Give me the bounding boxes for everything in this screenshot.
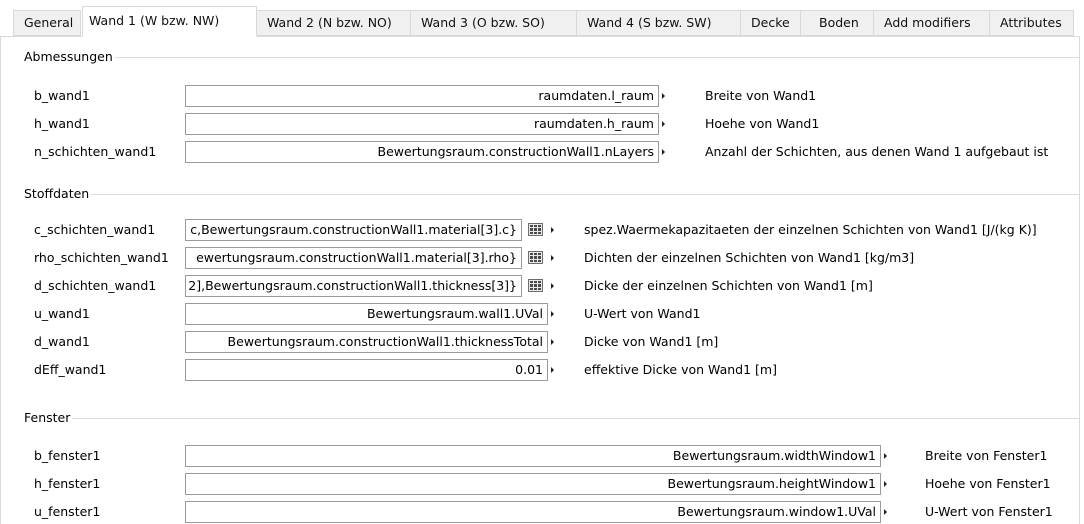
param-label-h-fenster1: h_fenster1 [34, 476, 101, 491]
triangle-right-icon[interactable] [548, 219, 556, 241]
param-field-b-fenster1[interactable]: Bewertungsraum.widthWindow1 [185, 445, 881, 467]
triangle-right-icon[interactable] [548, 331, 556, 353]
group-title-fenster: Fenster [24, 410, 73, 425]
param-label-deff-wand1: dEff_wand1 [34, 362, 107, 377]
triangle-right-icon[interactable] [881, 445, 889, 467]
param-field-d-wand1[interactable]: Bewertungsraum.constructionWall1.thickne… [185, 331, 548, 353]
param-label-h-wand1: h_wand1 [34, 116, 90, 131]
param-field-b-wand1[interactable]: raumdaten.l_raum [185, 85, 659, 107]
param-field-u-wand1[interactable]: Bewertungsraum.wall1.UVal [185, 303, 548, 325]
param-desc-deff-wand1: effektive Dicke von Wand1 [m] [584, 362, 777, 377]
param-desc-u-fenster1: U-Wert von Fenster1 [925, 504, 1053, 519]
triangle-right-icon[interactable] [659, 113, 667, 135]
param-desc-b-fenster1: Breite von Fenster1 [925, 448, 1048, 463]
param-label-b-wand1: b_wand1 [34, 88, 90, 103]
triangle-right-icon[interactable] [548, 275, 556, 297]
tab-decke[interactable]: Decke [740, 10, 801, 36]
tab-attributes[interactable]: Attributes [989, 10, 1074, 36]
param-field-c-schichten-wand1[interactable]: c,Bewertungsraum.constructionWall1.mater… [185, 219, 522, 241]
param-desc-h-wand1: Hoehe von Wand1 [705, 116, 820, 131]
group-border-abmessungen [24, 57, 1080, 58]
triangle-right-icon[interactable] [881, 501, 889, 523]
param-label-d-wand1: d_wand1 [34, 334, 90, 349]
param-label-d-schichten-wand1: d_schichten_wand1 [34, 278, 157, 293]
param-desc-d-wand1: Dicke von Wand1 [m] [584, 334, 719, 349]
triangle-right-icon[interactable] [659, 85, 667, 107]
param-label-u-wand1: u_wand1 [34, 306, 90, 321]
tab-bar: General Wand 2 (N bzw. NO) Wand 3 (O bzw… [0, 0, 1084, 40]
param-desc-h-fenster1: Hoehe von Fenster1 [925, 476, 1051, 491]
tab-add-modifiers[interactable]: Add modifiers [873, 10, 990, 36]
tab-wand-1[interactable]: Wand 1 (W bzw. NW) [82, 6, 257, 37]
triangle-right-icon[interactable] [659, 141, 667, 163]
param-field-h-fenster1[interactable]: Bewertungsraum.heightWindow1 [185, 473, 881, 495]
param-label-b-fenster1: b_fenster1 [34, 448, 101, 463]
param-field-d-schichten-wand1[interactable]: 2],Bewertungsraum.constructionWall1.thic… [185, 275, 522, 297]
param-field-rho-schichten-wand1[interactable]: ewertungsraum.constructionWall1.material… [185, 247, 522, 269]
param-label-c-schichten-wand1: c_schichten_wand1 [34, 222, 156, 237]
group-title-abmessungen: Abmessungen [24, 49, 115, 64]
param-desc-d-schichten-wand1: Dicke der einzelnen Schichten von Wand1 … [584, 278, 873, 293]
tab-boden[interactable]: Boden [800, 10, 874, 36]
param-field-n-schichten-wand1[interactable]: Bewertungsraum.constructionWall1.nLayers [185, 141, 659, 163]
param-field-u-fenster1[interactable]: Bewertungsraum.window1.UVal [185, 501, 881, 523]
param-label-rho-schichten-wand1: rho_schichten_wand1 [34, 250, 169, 265]
triangle-right-icon[interactable] [548, 359, 556, 381]
tab-wand-2[interactable]: Wand 2 (N bzw. NO) [256, 10, 411, 36]
matrix-editor-icon[interactable] [528, 279, 543, 292]
param-desc-n-schichten-wand1: Anzahl der Schichten, aus denen Wand 1 a… [705, 144, 1049, 159]
param-field-deff-wand1[interactable]: 0.01 [185, 359, 548, 381]
matrix-editor-icon[interactable] [528, 223, 543, 236]
param-label-n-schichten-wand1: n_schichten_wand1 [34, 144, 157, 159]
param-desc-c-schichten-wand1: spez.Waermekapazitaeten der einzelnen Sc… [584, 222, 1037, 237]
tab-wand-4[interactable]: Wand 4 (S bzw. SW) [576, 10, 741, 36]
param-desc-rho-schichten-wand1: Dichten der einzelnen Schichten von Wand… [584, 250, 915, 265]
tab-wand-3[interactable]: Wand 3 (O bzw. SO) [410, 10, 577, 36]
param-field-h-wand1[interactable]: raumdaten.h_raum [185, 113, 659, 135]
triangle-right-icon[interactable] [548, 303, 556, 325]
tab-general[interactable]: General [13, 10, 81, 36]
group-border-stoffdaten [24, 194, 1080, 195]
param-label-u-fenster1: u_fenster1 [34, 504, 101, 519]
matrix-editor-icon[interactable] [528, 251, 543, 264]
param-desc-b-wand1: Breite von Wand1 [705, 88, 817, 103]
group-title-stoffdaten: Stoffdaten [24, 186, 92, 201]
group-border-fenster [24, 418, 1080, 419]
triangle-right-icon[interactable] [881, 473, 889, 495]
param-desc-u-wand1: U-Wert von Wand1 [584, 306, 701, 321]
triangle-right-icon[interactable] [548, 247, 556, 269]
